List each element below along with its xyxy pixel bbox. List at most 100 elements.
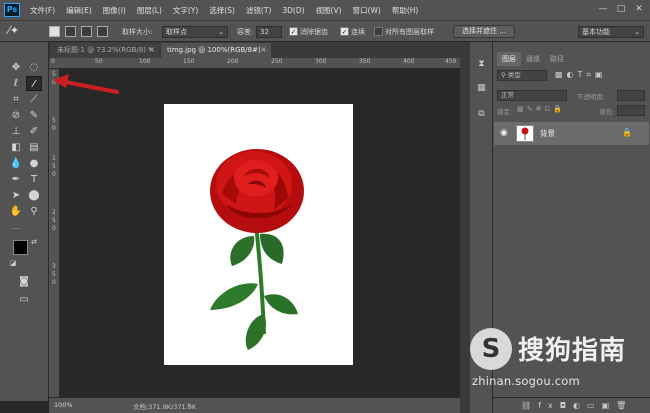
menu-edit[interactable]: 编辑(E) bbox=[66, 5, 92, 16]
edit-toolbar-icon[interactable]: ··· bbox=[8, 222, 24, 237]
intersect-selection-icon[interactable] bbox=[97, 26, 108, 37]
select-and-mask-button[interactable]: 选择并遮住 ... bbox=[453, 25, 515, 38]
tab-channels[interactable]: 通道 bbox=[521, 52, 545, 66]
fill-label: 填充: bbox=[599, 108, 615, 116]
blend-mode-select[interactable]: 正常 bbox=[497, 90, 567, 101]
contiguous-checkbox[interactable]: ✓ bbox=[340, 27, 349, 36]
dock-collapse-strip[interactable] bbox=[460, 42, 470, 413]
eye-icon[interactable]: ◉ bbox=[500, 128, 508, 138]
tab-paths[interactable]: 路径 bbox=[545, 52, 569, 66]
watermark: S 搜狗指南 zhinan.sogou.com bbox=[470, 320, 650, 390]
ruler-tick: 3 bbox=[52, 263, 56, 270]
workspace-select[interactable]: 基本功能 ⌄ bbox=[578, 26, 644, 38]
sample-all-layers-checkbox[interactable] bbox=[374, 27, 383, 36]
swap-colors-icon[interactable]: ⇄ bbox=[30, 238, 38, 246]
menu-filter[interactable]: 滤镜(T) bbox=[246, 5, 271, 16]
tab-untitled[interactable]: 未标题-1 @ 73.2%(RGB/8) * × bbox=[51, 43, 159, 58]
search-icon: ⚲ bbox=[501, 71, 508, 79]
tab-label: 未标题-1 @ 73.2%(RGB/8) * bbox=[57, 46, 152, 54]
rose-image bbox=[210, 149, 304, 350]
layer-action-icons[interactable]: ⛓fx◘◐▭▣🗑 bbox=[521, 401, 633, 410]
hand-tool-icon[interactable]: ✋ bbox=[8, 204, 24, 219]
zoom-level[interactable]: 100% bbox=[54, 401, 73, 409]
ruler-tick: 300 bbox=[315, 58, 327, 65]
history-panel-icon[interactable]: ⧗ bbox=[475, 58, 488, 71]
document-canvas[interactable] bbox=[164, 104, 353, 365]
menu-3d[interactable]: 3D(D) bbox=[282, 6, 304, 15]
marquee-tool-icon[interactable]: ◌ bbox=[26, 60, 42, 75]
screen-mode-icon[interactable]: ▭ bbox=[16, 292, 32, 307]
fill-input[interactable] bbox=[617, 105, 645, 116]
healing-brush-tool-icon[interactable]: ⊘ bbox=[8, 108, 24, 123]
move-tool-icon[interactable]: ✥ bbox=[8, 60, 24, 75]
menu-type[interactable]: 文字(Y) bbox=[173, 5, 198, 16]
menu-image[interactable]: 图像(I) bbox=[103, 5, 126, 16]
blur-tool-icon[interactable]: 💧 bbox=[8, 156, 24, 171]
subtract-from-selection-icon[interactable] bbox=[81, 26, 92, 37]
menu-help[interactable]: 帮助(H) bbox=[392, 5, 419, 16]
history-brush-tool-icon[interactable]: ✐ bbox=[26, 124, 42, 139]
ellipse-shape-tool-icon[interactable]: ⬤ bbox=[26, 188, 42, 203]
menu-select[interactable]: 选择(S) bbox=[209, 5, 235, 16]
maximize-button[interactable]: □ bbox=[614, 3, 628, 15]
layer-name[interactable]: 背景 bbox=[540, 128, 555, 139]
menu-view[interactable]: 视图(V) bbox=[316, 5, 342, 16]
pen-tool-icon[interactable]: ✒ bbox=[8, 172, 24, 187]
layer-kind-filter[interactable]: ⚲ 类型 bbox=[497, 70, 547, 81]
ruler-tick: 0 bbox=[52, 171, 56, 178]
opacity-input[interactable] bbox=[617, 90, 645, 101]
new-selection-icon[interactable] bbox=[49, 26, 60, 37]
close-button[interactable]: ✕ bbox=[632, 3, 646, 15]
sample-size-select[interactable]: 取样点 ⌄ bbox=[162, 26, 228, 38]
quick-mask-icon[interactable]: ◙ bbox=[16, 274, 32, 289]
close-icon[interactable]: × bbox=[148, 43, 155, 57]
menu-file[interactable]: 文件(F) bbox=[30, 5, 55, 16]
lock-icons[interactable]: ▦✎✥⊡🔒 bbox=[517, 105, 565, 113]
ruler-tick: 100 bbox=[139, 58, 151, 65]
minimize-button[interactable]: — bbox=[596, 3, 610, 15]
kind-filter-label: 类型 bbox=[507, 71, 521, 79]
ruler-tick: 400 bbox=[403, 58, 415, 65]
gradient-tool-icon[interactable]: ▤ bbox=[26, 140, 42, 155]
brush-tool-icon[interactable]: ✎ bbox=[26, 108, 42, 123]
menu-window[interactable]: 窗口(W) bbox=[353, 5, 381, 16]
dodge-tool-icon[interactable]: ● bbox=[26, 156, 42, 171]
crop-tool-icon[interactable]: ⌗ bbox=[8, 92, 24, 107]
default-colors-icon[interactable]: ◪ bbox=[9, 259, 17, 267]
ruler-tick: 450 bbox=[445, 58, 457, 65]
sogou-logo-icon: S bbox=[470, 328, 512, 370]
eyedropper-tool-icon[interactable]: ⟋ bbox=[26, 92, 42, 107]
eraser-tool-icon[interactable]: ◧ bbox=[8, 140, 24, 155]
ruler-tick: 5 bbox=[52, 217, 56, 224]
zoom-tool-icon[interactable]: ⚲ bbox=[26, 204, 42, 219]
type-tool-icon[interactable]: T bbox=[26, 172, 42, 187]
sample-size-label: 取样大小: bbox=[122, 28, 153, 36]
tab-layers[interactable]: 图层 bbox=[497, 52, 521, 66]
add-to-selection-icon[interactable] bbox=[65, 26, 76, 37]
antialias-checkbox[interactable]: ✓ bbox=[289, 27, 298, 36]
path-selection-tool-icon[interactable]: ➤ bbox=[8, 188, 24, 203]
ruler-tick: 250 bbox=[271, 58, 283, 65]
ruler-tick: 200 bbox=[227, 58, 239, 65]
tolerance-input[interactable]: 32 bbox=[256, 26, 282, 38]
adjustments-panel-icon[interactable]: ⧉ bbox=[475, 108, 488, 121]
ruler-tick: 5 bbox=[52, 117, 56, 124]
tolerance-label: 容差: bbox=[237, 28, 254, 36]
ruler-tick: 2 bbox=[52, 209, 56, 216]
ruler-tick: 0 bbox=[52, 125, 56, 132]
layer-thumbnail bbox=[516, 125, 534, 142]
tab-timg[interactable]: timg.jpg @ 100%(RGB/8#) × bbox=[161, 43, 271, 58]
layer-filter-icons[interactable]: ▩◐T⌗▣ bbox=[555, 70, 607, 80]
properties-panel-icon[interactable]: ▦ bbox=[475, 82, 488, 95]
clone-stamp-tool-icon[interactable]: ⊥ bbox=[8, 124, 24, 139]
status-bar: 100% 文档:371.9K/371.9K › bbox=[49, 397, 460, 413]
menu-layer[interactable]: 图层(L) bbox=[137, 5, 162, 16]
layer-row-background[interactable]: ◉ 背景 🔒 bbox=[494, 122, 649, 145]
status-menu-arrow[interactable]: › bbox=[187, 400, 190, 409]
close-icon[interactable]: × bbox=[260, 43, 267, 57]
tab-label: timg.jpg @ 100%(RGB/8#) bbox=[167, 46, 261, 54]
magic-wand-icon[interactable]: ⁄✦ bbox=[8, 24, 32, 38]
foreground-color-swatch[interactable] bbox=[13, 240, 28, 255]
lasso-tool-icon[interactable]: ℓ bbox=[8, 76, 24, 91]
magic-wand-tool-icon[interactable]: ⁄ bbox=[26, 76, 42, 91]
